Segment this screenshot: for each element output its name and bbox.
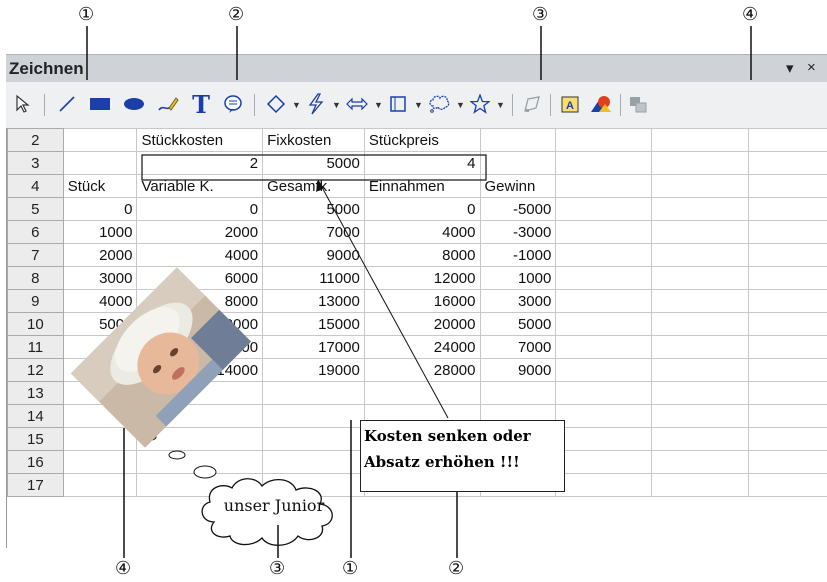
thought-bubble-large [193,465,217,479]
arrow-line [317,179,449,419]
text-box-line-1: Kosten senken oder [364,427,531,445]
callout-bottom-4: ④ [115,558,132,579]
drawing-overlay [86,26,752,558]
thought-bubble-medium [168,450,186,460]
callout-bottom-3: ③ [269,558,286,579]
text-box[interactable]: Kosten senken oder Absatz erhöhen !!! [360,420,565,492]
text-box-line-2: Absatz erhöhen !!! [364,453,520,471]
selection-rectangle [141,154,487,181]
callout-bottom-2: ② [448,558,465,579]
cloud-label[interactable]: unser Junior [204,496,344,515]
arrow-head-icon [316,180,324,192]
callout-bottom-1: ① [342,558,359,579]
